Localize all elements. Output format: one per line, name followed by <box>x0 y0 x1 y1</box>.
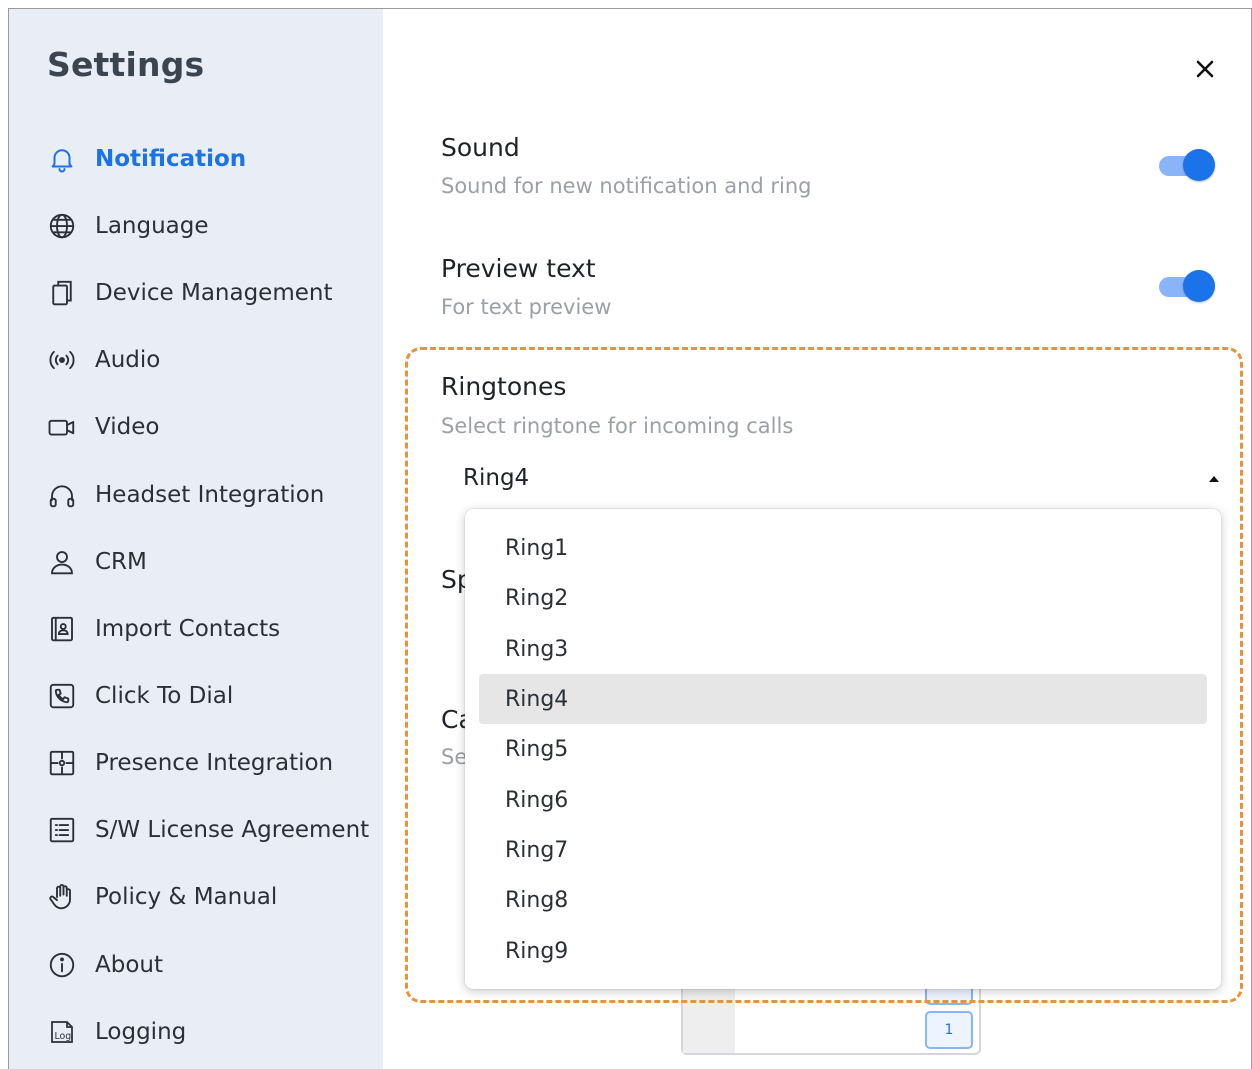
sidebar-item-label: Logging <box>95 1019 187 1045</box>
ringtones-description: Select ringtone for incoming calls <box>441 414 794 438</box>
preview-text-toggle[interactable] <box>1157 269 1215 303</box>
ringtone-dropdown-menu: Ring1 Ring2 Ring3 Ring4 Ring5 Ring6 Ring… <box>465 509 1221 989</box>
headset-icon <box>45 478 79 512</box>
caret-up-icon[interactable] <box>1207 471 1221 485</box>
sidebar-item-about[interactable]: About <box>45 943 163 987</box>
obscured-setting-description: Se <box>441 745 468 769</box>
dropdown-option-ring4[interactable]: Ring4 <box>479 674 1207 724</box>
dropdown-option-ring6[interactable]: Ring6 <box>479 775 1207 825</box>
sidebar-item-label: Audio <box>95 347 161 373</box>
person-icon <box>45 545 79 579</box>
audio-icon <box>45 343 79 377</box>
video-camera-icon <box>45 410 79 444</box>
sound-toggle[interactable] <box>1157 148 1215 182</box>
sidebar-title: Settings <box>47 45 205 84</box>
toggle-knob <box>1183 270 1215 302</box>
close-button[interactable] <box>1187 51 1223 87</box>
sound-title: Sound <box>441 133 520 162</box>
ringtone-select[interactable]: Ring4 <box>463 465 529 491</box>
dropdown-option-ring5[interactable]: Ring5 <box>479 724 1207 774</box>
sidebar-item-label: Click To Dial <box>95 683 234 709</box>
hand-icon <box>45 880 79 914</box>
dropdown-option-ring2[interactable]: Ring2 <box>479 573 1207 623</box>
sidebar-item-headset-integration[interactable]: Headset Integration <box>45 473 324 517</box>
info-icon <box>45 948 79 982</box>
contact-card-icon <box>45 612 79 646</box>
toggle-knob <box>1183 149 1215 181</box>
sidebar-item-notification[interactable]: Notification <box>45 137 246 181</box>
sidebar-item-audio[interactable]: Audio <box>45 338 160 382</box>
globe-icon <box>45 209 79 243</box>
sidebar-item-label: Notification <box>95 146 247 172</box>
sidebar-item-policy-manual[interactable]: Policy & Manual <box>45 875 277 919</box>
sidebar-item-logging[interactable]: Log Logging <box>45 1010 186 1054</box>
sidebar-item-label: Language <box>95 213 209 239</box>
dropdown-option-ring9[interactable]: Ring9 <box>479 926 1207 976</box>
dropdown-option-ring7[interactable]: Ring7 <box>479 825 1207 875</box>
dropdown-option-ring8[interactable]: Ring8 <box>479 875 1207 925</box>
sidebar-item-sw-license-agreement[interactable]: S/W License Agreement <box>45 808 369 852</box>
preview-text-description: For text preview <box>441 295 612 319</box>
sound-description: Sound for new notification and ring <box>441 174 812 198</box>
phone-icon <box>45 679 79 713</box>
list-document-icon <box>45 813 79 847</box>
sidebar-item-label: CRM <box>95 549 147 575</box>
sidebar-item-device-management[interactable]: Device Management <box>45 271 332 315</box>
dropdown-option-ring3[interactable]: Ring3 <box>479 624 1207 674</box>
sidebar-item-label: S/W License Agreement <box>95 817 370 843</box>
devices-icon <box>45 276 79 310</box>
sidebar-item-label: Presence Integration <box>95 750 334 776</box>
sidebar-item-label: Import Contacts <box>95 616 281 642</box>
ringtones-title: Ringtones <box>441 372 567 401</box>
sidebar-item-label: Headset Integration <box>95 482 325 508</box>
sidebar-item-import-contacts[interactable]: Import Contacts <box>45 607 280 651</box>
sidebar-item-label: About <box>95 952 164 978</box>
sidebar-item-presence-integration[interactable]: Presence Integration <box>45 741 333 785</box>
puzzle-icon <box>45 746 79 780</box>
close-icon <box>1195 59 1215 79</box>
sidebar-item-language[interactable]: Language <box>45 204 209 248</box>
sidebar: Settings Notification Language Device Ma… <box>9 9 383 1069</box>
log-icon: Log <box>45 1015 79 1049</box>
page-number[interactable]: 1 <box>925 1011 973 1049</box>
preview-text-title: Preview text <box>441 254 596 283</box>
bell-icon <box>45 142 79 176</box>
sidebar-item-click-to-dial[interactable]: Click To Dial <box>45 674 233 718</box>
settings-window: Settings Notification Language Device Ma… <box>8 8 1252 1069</box>
svg-text:Log: Log <box>55 1031 72 1042</box>
sidebar-item-label: Video <box>95 414 160 440</box>
dropdown-option-ring1[interactable]: Ring1 <box>479 523 1207 573</box>
sidebar-item-video[interactable]: Video <box>45 405 159 449</box>
sidebar-item-label: Policy & Manual <box>95 884 278 910</box>
sidebar-item-label: Device Management <box>95 280 333 306</box>
sidebar-item-crm[interactable]: CRM <box>45 540 147 584</box>
